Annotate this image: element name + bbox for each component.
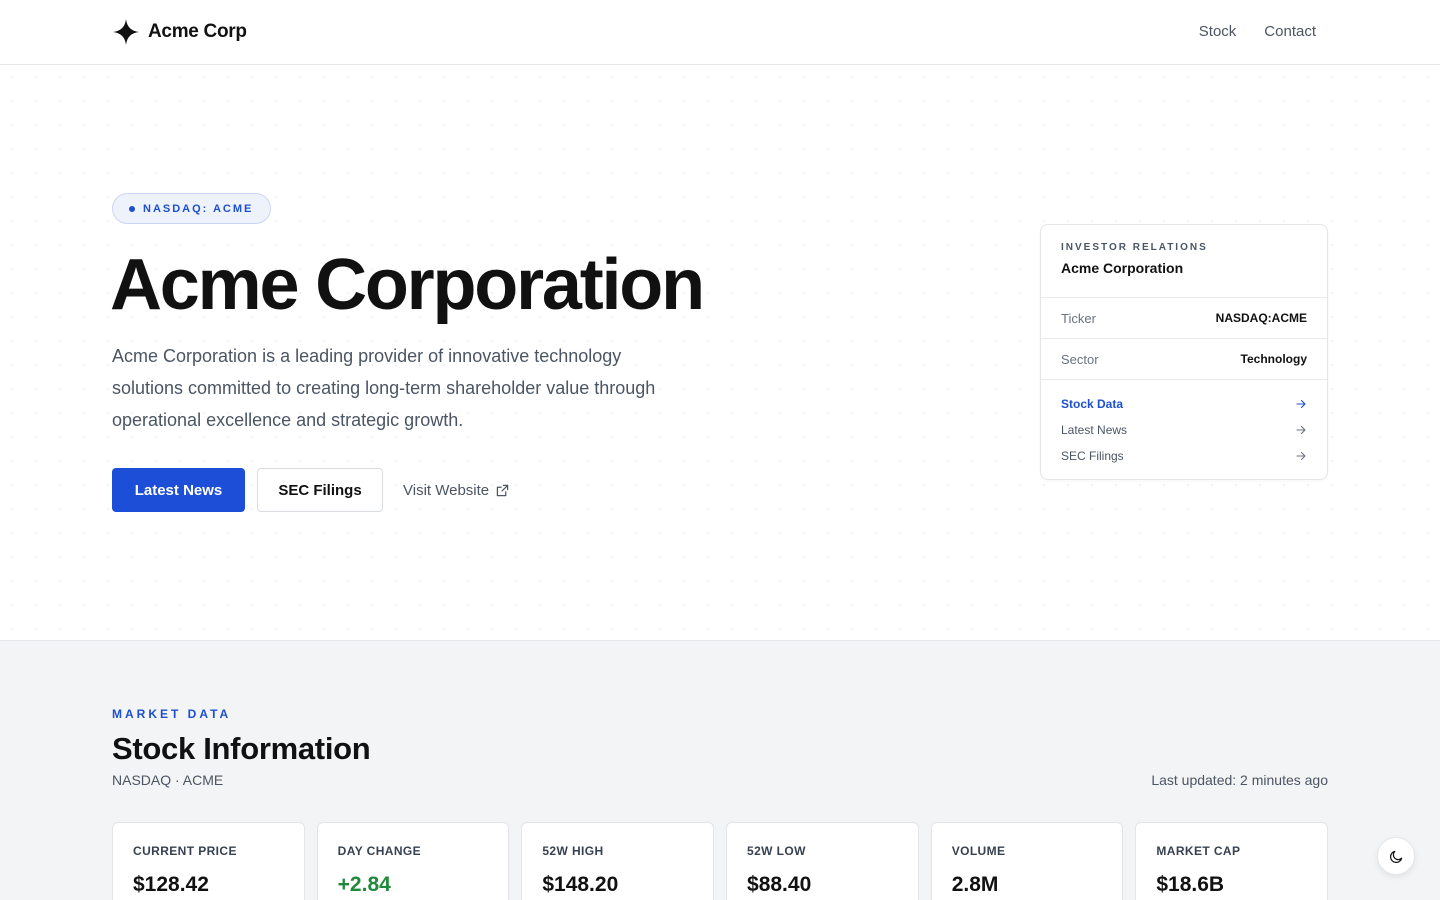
site-header: Acme Corp Stock Contact bbox=[0, 0, 1440, 65]
ticker-badge-label: NASDAQ: ACME bbox=[143, 202, 254, 215]
stat-card-volume: VOLUME 2.8M bbox=[930, 822, 1124, 900]
ir-link-label: SEC Filings bbox=[1061, 449, 1124, 463]
ir-link-label: Stock Data bbox=[1061, 397, 1124, 411]
stat-label: VOLUME bbox=[951, 844, 1006, 858]
brand-link[interactable]: Acme Corp bbox=[112, 17, 247, 47]
ir-link-sec-filings[interactable]: SEC Filings bbox=[1061, 443, 1307, 469]
nav-link-contact[interactable]: Contact bbox=[1264, 22, 1316, 42]
arrow-right-icon bbox=[1296, 425, 1306, 435]
nav-link-stock[interactable]: Stock bbox=[1199, 22, 1237, 42]
hero-description: Acme Corporation is a leading provider o… bbox=[112, 346, 656, 430]
stat-card-current-price: CURRENT PRICE $128.42 bbox=[112, 822, 305, 900]
section-eyebrow: MARKET DATA bbox=[112, 707, 232, 721]
exchange-ticker-label: NASDAQ · ACME bbox=[112, 772, 224, 788]
main-nav: Stock Contact bbox=[1199, 22, 1316, 42]
ir-eyebrow: INVESTOR RELATIONS bbox=[1061, 242, 1208, 253]
stat-label: 52W LOW bbox=[747, 844, 806, 858]
moon-icon bbox=[1389, 850, 1402, 863]
stat-value: 2.8M bbox=[951, 873, 999, 896]
arrow-right-icon bbox=[1296, 399, 1306, 409]
stat-value: $18.6B bbox=[1156, 873, 1225, 896]
stat-value: $128.42 bbox=[133, 873, 209, 896]
stat-value: $88.40 bbox=[747, 873, 812, 896]
latest-news-button[interactable]: Latest News bbox=[112, 468, 245, 512]
ir-quick-links: Stock Data Latest News SEC Filings bbox=[1041, 380, 1327, 469]
visit-website-link[interactable]: Visit Website bbox=[403, 478, 509, 502]
stat-label: DAY CHANGE bbox=[337, 844, 422, 858]
hero-title: Acme Corporation bbox=[110, 245, 705, 325]
last-updated-timestamp: Last updated: 2 minutes ago bbox=[1151, 772, 1328, 788]
arrow-right-icon bbox=[1296, 451, 1306, 461]
market-data-section: MARKET DATA Stock Information NASDAQ · A… bbox=[0, 641, 1440, 900]
stat-cards: CURRENT PRICE $128.42 DAY CHANGE +2.84 5… bbox=[112, 822, 1329, 900]
section-title: Stock Information bbox=[112, 731, 371, 766]
hero-section: NASDAQ: ACME Acme Corporation Acme Corpo… bbox=[0, 65, 1440, 641]
stat-label: CURRENT PRICE bbox=[133, 844, 237, 858]
visit-website-label: Visit Website bbox=[403, 481, 490, 499]
stat-card-day-change: DAY CHANGE +2.84 bbox=[316, 822, 510, 900]
four-point-star-icon bbox=[113, 19, 139, 45]
stat-card-market-cap: MARKET CAP $18.6B bbox=[1135, 822, 1329, 900]
stat-value: +2.84 bbox=[337, 873, 391, 896]
ir-row-ticker: Ticker NASDAQ:ACME bbox=[1041, 298, 1327, 339]
stat-value: $148.20 bbox=[542, 873, 619, 896]
investor-relations-card: INVESTOR RELATIONS Acme Corporation Tick… bbox=[1040, 224, 1328, 480]
theme-toggle-button[interactable] bbox=[1377, 837, 1415, 875]
external-link-icon bbox=[496, 484, 509, 496]
ticker-badge: NASDAQ: ACME bbox=[112, 193, 272, 224]
ir-link-stock-data[interactable]: Stock Data bbox=[1061, 391, 1307, 417]
brand-name: Acme Corp bbox=[148, 21, 247, 42]
ir-link-label: Latest News bbox=[1061, 423, 1128, 437]
ir-row-value: Technology bbox=[1240, 352, 1307, 366]
ir-row-label: Ticker bbox=[1061, 310, 1096, 326]
ir-row-value: NASDAQ:ACME bbox=[1215, 311, 1307, 325]
ir-row-label: Sector bbox=[1061, 351, 1099, 367]
status-dot bbox=[129, 205, 135, 212]
stat-label: MARKET CAP bbox=[1156, 844, 1241, 858]
ir-link-latest-news[interactable]: Latest News bbox=[1061, 417, 1307, 443]
ir-card-header: INVESTOR RELATIONS Acme Corporation bbox=[1041, 225, 1327, 298]
stat-card-52w-high: 52W HIGH $148.20 bbox=[521, 822, 715, 900]
stat-label: 52W HIGH bbox=[542, 844, 604, 858]
ir-row-sector: Sector Technology bbox=[1041, 339, 1327, 380]
sec-filings-button[interactable]: SEC Filings bbox=[257, 468, 383, 512]
stat-card-52w-low: 52W LOW $88.40 bbox=[726, 822, 919, 900]
ir-company-name: Acme Corporation bbox=[1061, 260, 1184, 276]
